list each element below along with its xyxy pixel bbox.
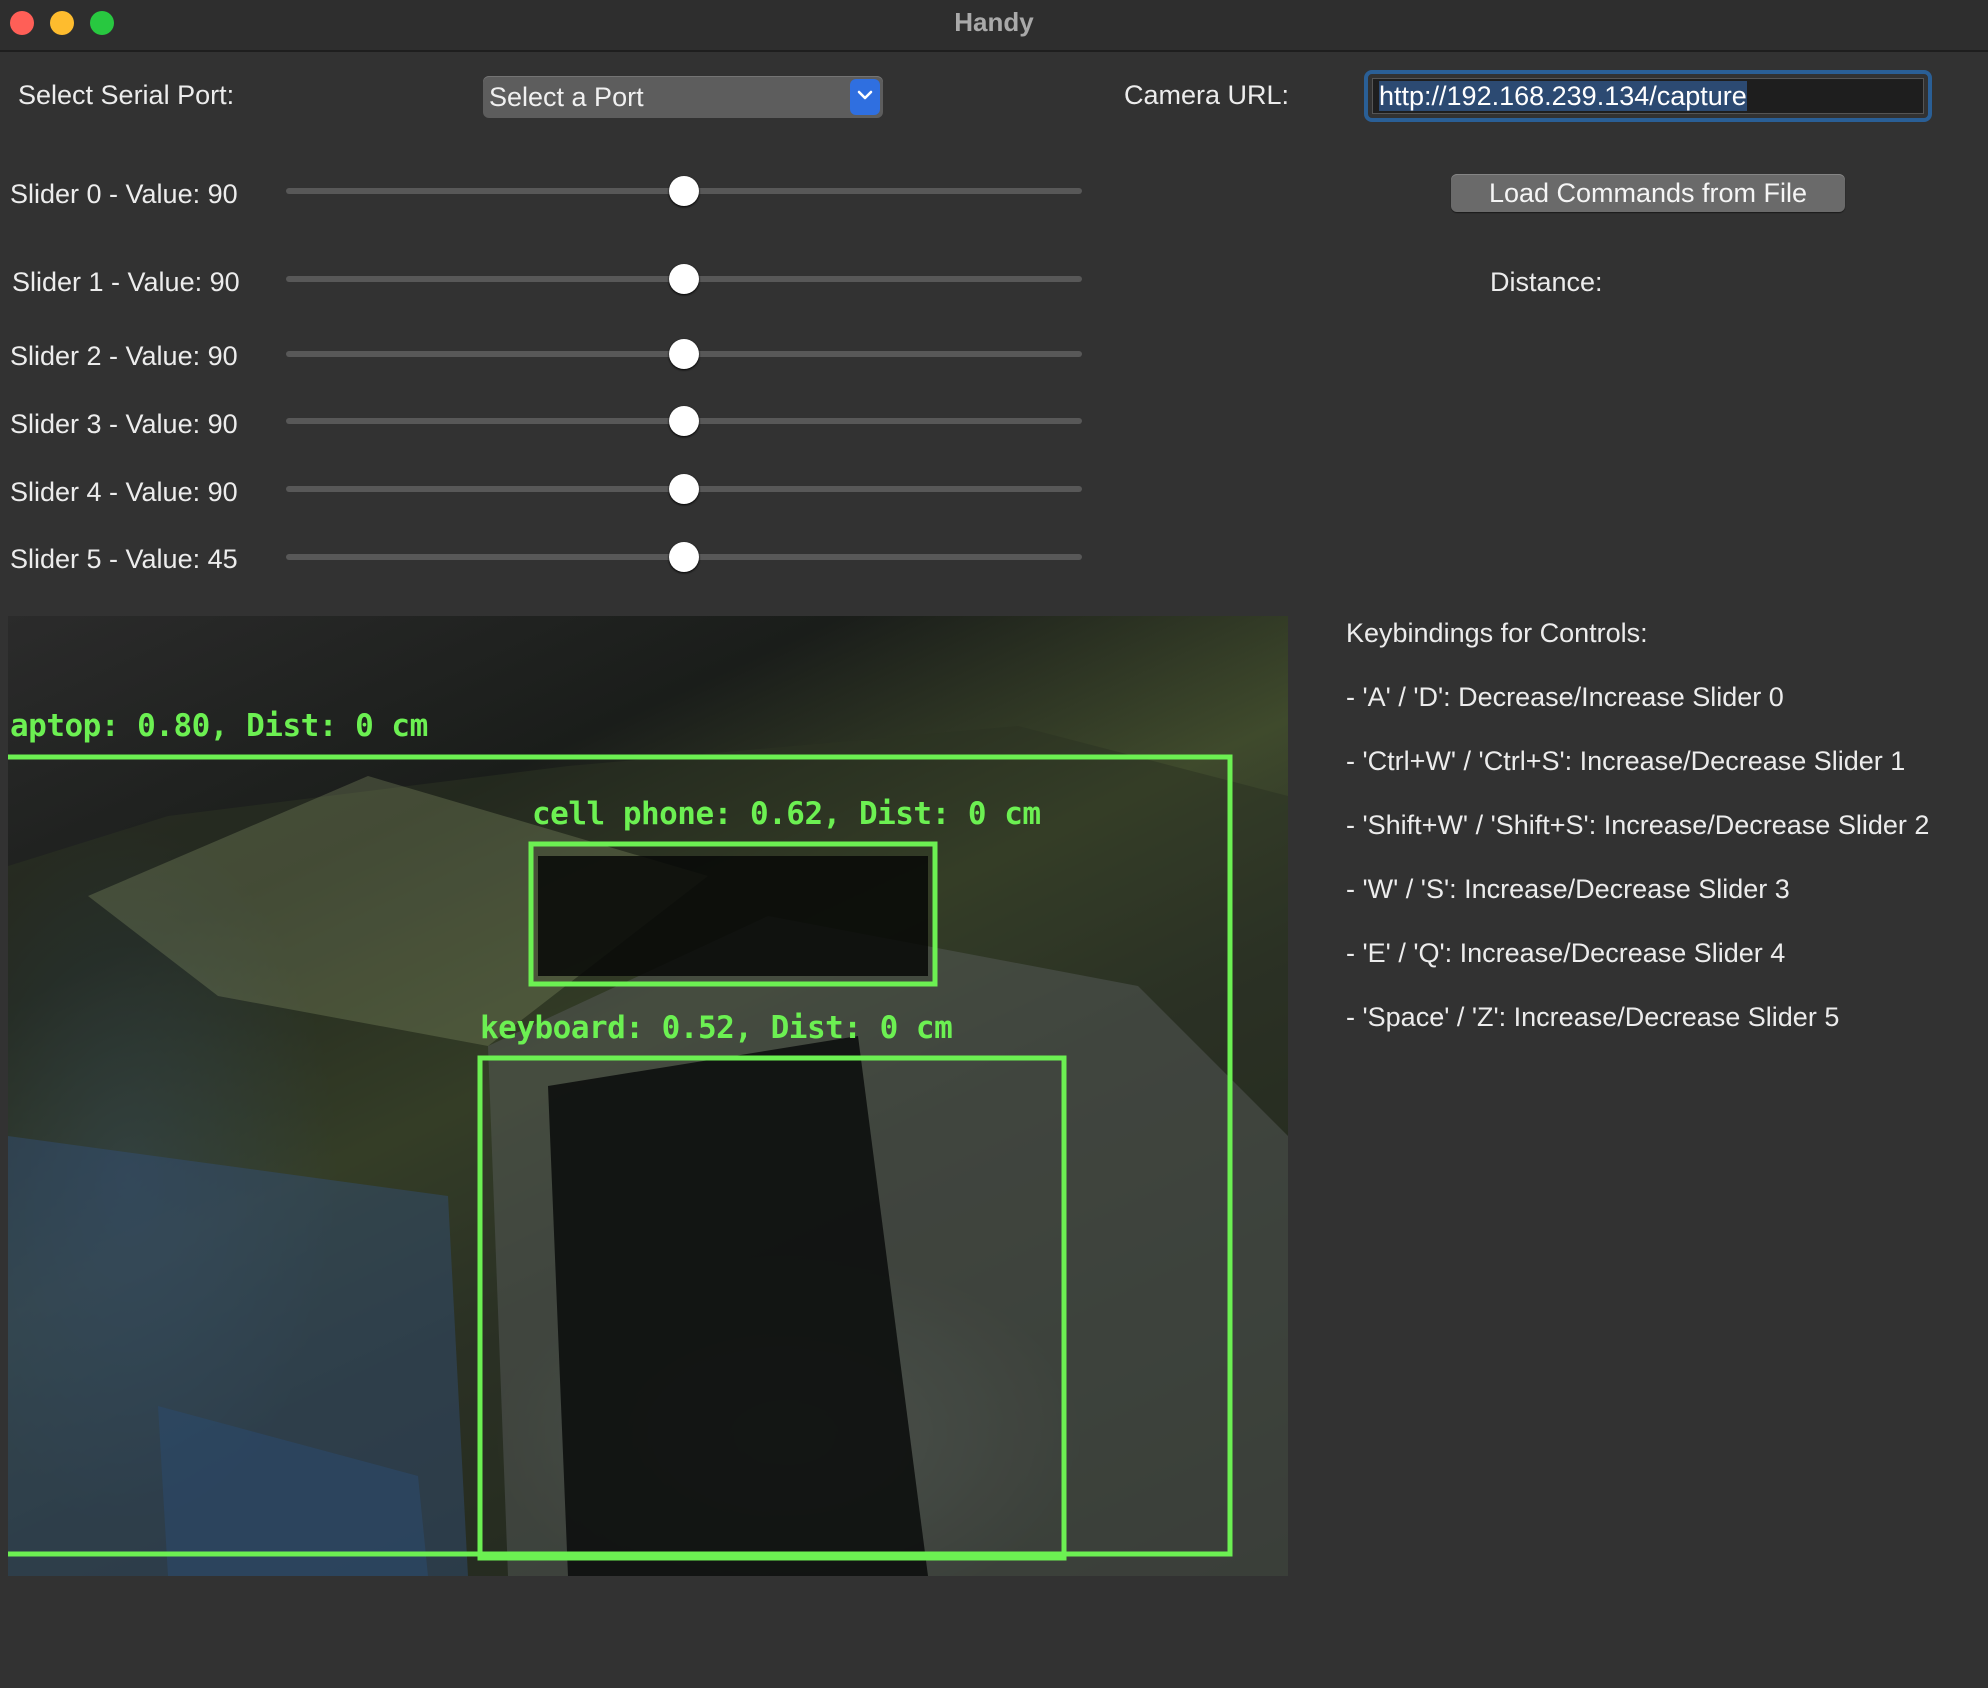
slider-1-label: Slider 1 - Value: 90 [12,267,240,297]
keybinding-item: - 'Space' / 'Z': Increase/Decrease Slide… [1346,1002,1840,1032]
keybindings-title: Keybindings for Controls: [1346,618,1648,648]
slider-0-label: Slider 0 - Value: 90 [10,179,238,209]
serial-port-label: Select Serial Port: [18,80,235,110]
serial-port-select[interactable]: Select a Port [483,76,883,118]
camera-url-input[interactable]: http://192.168.239.134/capture [1372,78,1924,114]
camera-scene [8,726,1288,1576]
keybinding-item: - 'A' / 'D': Decrease/Increase Slider 0 [1346,682,1784,712]
title-bar: Handy [0,0,1988,52]
keybinding-item: - 'Shift+W' / 'Shift+S': Increase/Decrea… [1346,810,1930,840]
distance-label: Distance: [1490,267,1603,297]
chevron-down-icon[interactable] [850,79,880,115]
slider-0-thumb[interactable] [669,176,699,206]
slider-1-thumb[interactable] [669,264,699,294]
slider-3-thumb[interactable] [669,406,699,436]
slider-3-label: Slider 3 - Value: 90 [10,409,238,439]
keybinding-item: - 'Ctrl+W' / 'Ctrl+S': Increase/Decrease… [1346,746,1906,776]
keybinding-item: - 'E' / 'Q': Increase/Decrease Slider 4 [1346,938,1786,968]
keybinding-item: - 'W' / 'S': Increase/Decrease Slider 3 [1346,874,1790,904]
laptop-detection-label: aptop: 0.80, Dist: 0 cm [10,708,428,744]
load-commands-button[interactable]: Load Commands from File [1451,174,1845,212]
slider-2-thumb[interactable] [669,339,699,369]
slider-5-thumb[interactable] [669,542,699,572]
camera-url-value: http://192.168.239.134/capture [1379,81,1747,111]
slider-4-label: Slider 4 - Value: 90 [10,477,238,507]
slider-4-thumb[interactable] [669,474,699,504]
keyboard-detection-label: keyboard: 0.52, Dist: 0 cm [480,1010,953,1046]
cell-phone-detection-label: cell phone: 0.62, Dist: 0 cm [532,796,1041,832]
serial-port-selected-value: Select a Port [489,82,644,112]
slider-5-label: Slider 5 - Value: 45 [10,544,238,574]
slider-2-label: Slider 2 - Value: 90 [10,341,238,371]
camera-url-label: Camera URL: [1124,80,1290,110]
window-title: Handy [954,7,1034,37]
camera-feed: aptop: 0.80, Dist: 0 cm cell phone: 0.62… [8,616,1288,1576]
